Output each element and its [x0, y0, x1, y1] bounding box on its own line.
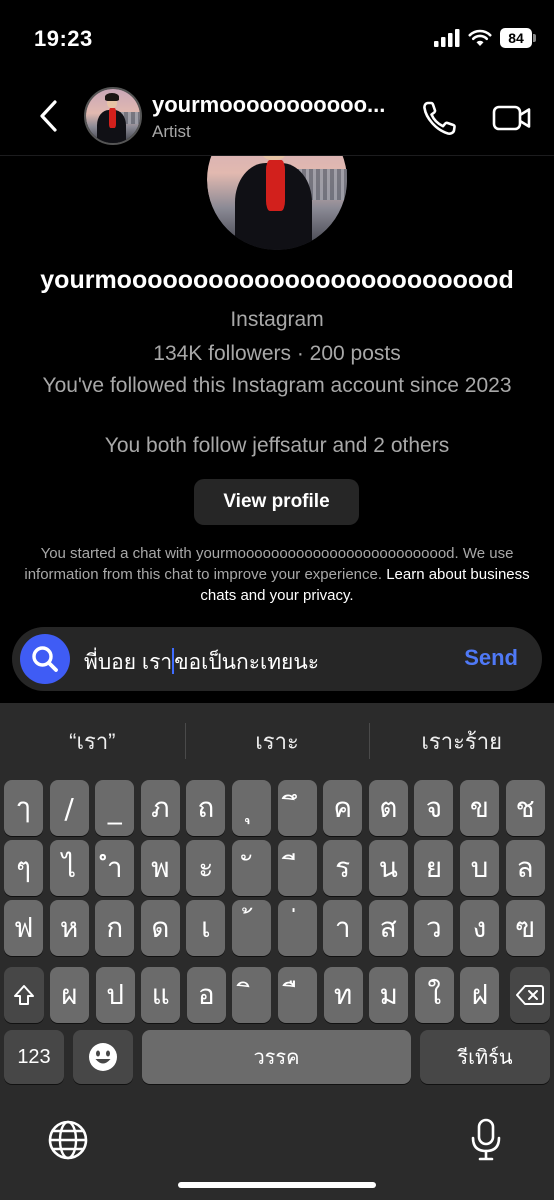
- voice-call-button[interactable]: [418, 96, 462, 140]
- suggestion-item[interactable]: เราะร้าย: [369, 703, 554, 781]
- key-0-7[interactable]: ค: [323, 780, 363, 836]
- suggestion-item[interactable]: “เรา”: [0, 703, 185, 781]
- suggestion-item[interactable]: เราะ: [184, 703, 370, 781]
- message-input[interactable]: พี่บอย เราขอเป็นกะเทยนะ: [84, 646, 319, 679]
- key-2-2[interactable]: ก: [95, 900, 135, 956]
- profile-followed-since: You've followed this Instagram account s…: [42, 374, 512, 397]
- key-3-8[interactable]: ใ: [414, 967, 454, 1023]
- key-0-1[interactable]: /: [49, 780, 89, 836]
- message-composer[interactable]: พี่บอย เราขอเป็นกะเทยนะ Send: [12, 627, 542, 691]
- back-button[interactable]: [28, 94, 68, 138]
- status-icons: 84: [434, 28, 536, 48]
- key-0-0[interactable]: ๅ: [4, 780, 43, 836]
- key-1-5[interactable]: ั: [232, 840, 271, 896]
- dictation-button[interactable]: [462, 1116, 510, 1164]
- emoji-icon: [89, 1043, 117, 1071]
- key-1-4[interactable]: ะ: [186, 840, 226, 896]
- profile-platform: Instagram: [230, 308, 324, 331]
- video-camera-icon: [492, 105, 531, 131]
- delete-key[interactable]: [510, 967, 550, 1023]
- key-3-9[interactable]: ฝ: [460, 967, 500, 1023]
- key-0-8[interactable]: ต: [368, 780, 408, 836]
- key-2-10[interactable]: ง: [460, 900, 499, 956]
- profile-mutual-follows: You both follow jeffsatur and 2 others: [104, 434, 450, 457]
- search-button[interactable]: [20, 634, 70, 684]
- numbers-key[interactable]: 123: [4, 1030, 64, 1084]
- key-3-2[interactable]: แ: [141, 967, 181, 1023]
- key-1-1[interactable]: ไ: [49, 840, 89, 896]
- shift-arrow-icon: [14, 985, 34, 1005]
- header-subtitle: Artist: [152, 122, 191, 141]
- search-icon: [32, 646, 58, 672]
- key-1-10[interactable]: บ: [460, 840, 499, 896]
- key-0-11[interactable]: ช: [505, 780, 545, 836]
- key-1-7[interactable]: ร: [323, 840, 363, 896]
- view-profile-button[interactable]: View profile: [194, 479, 359, 525]
- key-0-9[interactable]: จ: [414, 780, 454, 836]
- video-call-button[interactable]: [490, 96, 534, 140]
- key-2-5[interactable]: ้: [232, 900, 271, 956]
- key-0-5[interactable]: ุ: [232, 780, 271, 836]
- key-3-7[interactable]: ม: [369, 967, 409, 1023]
- key-1-8[interactable]: น: [368, 840, 408, 896]
- send-button[interactable]: Send: [464, 645, 518, 671]
- key-2-9[interactable]: ว: [414, 900, 454, 956]
- header-avatar[interactable]: [84, 87, 142, 145]
- key-1-9[interactable]: ย: [414, 840, 454, 896]
- key-2-3[interactable]: ด: [140, 900, 180, 956]
- key-2-4[interactable]: เ: [186, 900, 226, 956]
- globe-icon: [48, 1120, 88, 1160]
- profile-username: yourmoooooooooooooooooooooooood: [40, 266, 514, 294]
- status-time: 19:23: [34, 26, 93, 51]
- shift-key[interactable]: [4, 967, 44, 1023]
- wifi-icon: [468, 29, 492, 46]
- key-2-8[interactable]: ส: [368, 900, 408, 956]
- key-0-2[interactable]: _: [95, 780, 135, 836]
- message-text-before-caret: พี่บอย เรา: [84, 651, 173, 674]
- key-2-1[interactable]: ห: [49, 900, 89, 956]
- keyboard: “เรา” เราะ เราะร้าย ๅ/_ภถุึคตจขชๆไำพะัีร…: [0, 703, 554, 1200]
- key-3-0[interactable]: ผ: [50, 967, 89, 1023]
- key-0-4[interactable]: ถ: [186, 780, 226, 836]
- message-text-after-caret: ขอเป็นกะเทยนะ: [174, 651, 319, 674]
- key-0-10[interactable]: ข: [460, 780, 499, 836]
- key-2-11[interactable]: ฃ: [505, 900, 545, 956]
- globe-button[interactable]: [44, 1116, 92, 1164]
- key-3-5[interactable]: ื: [278, 967, 317, 1023]
- space-key[interactable]: วรรค: [142, 1030, 411, 1084]
- cellular-signal-icon: [434, 29, 460, 47]
- key-1-6[interactable]: ี: [277, 840, 317, 896]
- header-username[interactable]: yourmooooooooooo...: [152, 92, 385, 118]
- phone-icon: [423, 101, 456, 135]
- key-3-6[interactable]: ท: [323, 967, 363, 1023]
- key-3-3[interactable]: อ: [186, 967, 226, 1023]
- backspace-icon: [516, 985, 544, 1005]
- status-bar: 19:23 84: [0, 0, 554, 80]
- chat-disclaimer: You started a chat with yourmooooooooooo…: [20, 543, 534, 606]
- key-0-3[interactable]: ภ: [140, 780, 180, 836]
- home-indicator: [178, 1182, 376, 1188]
- emoji-key[interactable]: [73, 1030, 133, 1084]
- key-1-11[interactable]: ล: [505, 840, 545, 896]
- key-1-2[interactable]: ำ: [95, 840, 135, 896]
- battery-indicator: 84: [500, 28, 536, 48]
- return-key[interactable]: รีเทิร์น: [420, 1030, 550, 1084]
- key-1-0[interactable]: ๆ: [4, 840, 43, 896]
- key-2-7[interactable]: า: [323, 900, 363, 956]
- avatar-image: [86, 89, 140, 143]
- profile-stats: 134K followers · 200 posts: [153, 342, 401, 365]
- key-3-1[interactable]: ป: [95, 967, 135, 1023]
- suggestion-bar: “เรา” เราะ เราะร้าย: [0, 703, 554, 781]
- chevron-left-icon: [40, 100, 57, 132]
- key-3-4[interactable]: ิ: [232, 967, 272, 1023]
- key-2-0[interactable]: ฟ: [4, 900, 43, 956]
- microphone-icon: [471, 1118, 501, 1161]
- key-1-3[interactable]: พ: [140, 840, 180, 896]
- chat-header: yourmooooooooooo... Artist: [0, 80, 554, 156]
- key-0-6[interactable]: ึ: [277, 780, 317, 836]
- key-2-6[interactable]: ่: [277, 900, 317, 956]
